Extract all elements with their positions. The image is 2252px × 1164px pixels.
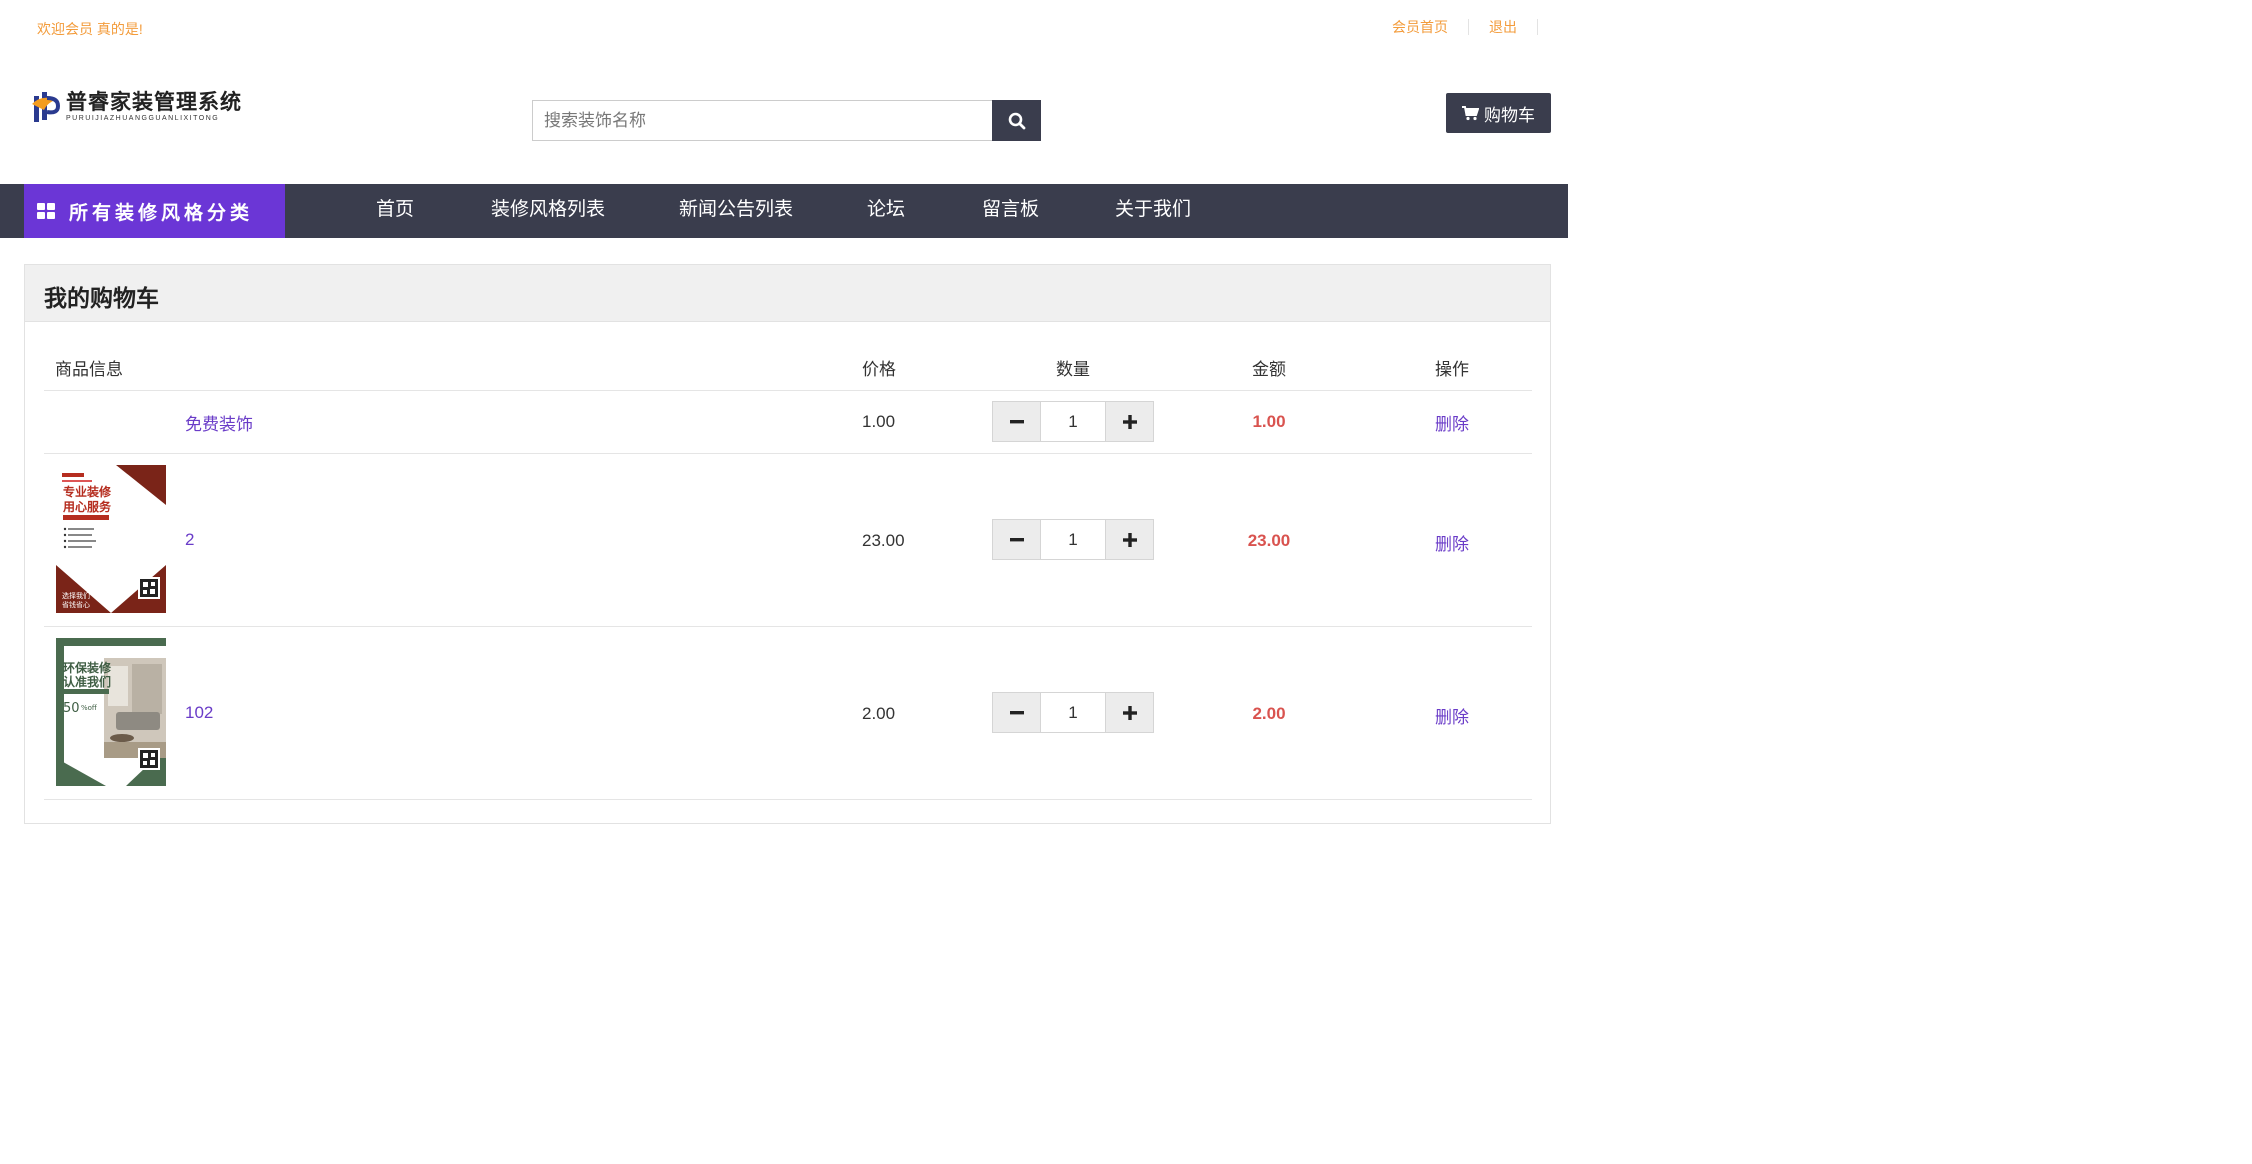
thumb-headline: 认准我们 — [63, 674, 111, 689]
all-categories-button[interactable]: 所有装修风格分类 — [24, 184, 285, 238]
cart-button[interactable]: 购物车 — [1446, 93, 1551, 133]
increase-button[interactable] — [1106, 693, 1153, 732]
page-title: 我的购物车 — [44, 285, 159, 311]
thumb-discount-unit: %off — [81, 704, 97, 712]
site-logo[interactable]: 普睿家装管理系统 PURUIJIAZHUANGGUANLIXITONG — [30, 88, 242, 124]
header-product: 商品信息 — [55, 360, 123, 379]
top-bar: 欢迎会员 真的是! 会员首页 退出 — [0, 0, 1568, 56]
quantity-input[interactable] — [1040, 693, 1106, 732]
header-action: 操作 — [1435, 360, 1469, 379]
welcome-text: 欢迎会员 真的是! — [37, 21, 143, 37]
thumb-footer: 省钱省心 — [62, 600, 90, 609]
search-button[interactable] — [992, 100, 1041, 141]
member-home-link[interactable]: 会员首页 — [1392, 19, 1469, 35]
decrease-button[interactable] — [993, 693, 1040, 732]
logout-link[interactable]: 退出 — [1469, 19, 1538, 35]
quantity-stepper — [992, 692, 1154, 733]
search-icon — [1008, 112, 1025, 129]
shopping-cart-icon — [1462, 105, 1479, 120]
main-nav: 所有装修风格分类 首页 装修风格列表 新闻公告列表 论坛 留言板 关于我们 — [0, 184, 1568, 238]
thumb-headline: 用心服务 — [62, 499, 112, 514]
thumb-headline: 环保装修 — [63, 660, 112, 675]
search-bar — [532, 100, 1042, 141]
product-price: 2.00 — [862, 704, 896, 723]
increase-button[interactable] — [1106, 520, 1153, 559]
header-price: 价格 — [862, 360, 896, 379]
logo-mark-icon — [30, 88, 61, 124]
quantity-input[interactable] — [1040, 402, 1106, 441]
cart-button-label: 购物车 — [1484, 105, 1535, 125]
quantity-stepper — [992, 519, 1154, 560]
nav-item-message-board[interactable]: 留言板 — [982, 184, 1039, 238]
header-quantity: 数量 — [1056, 360, 1090, 379]
delete-link[interactable]: 删除 — [1435, 703, 1469, 728]
cart-table-header: 商品信息 价格 数量 金额 操作 — [44, 348, 1532, 391]
table-row: 环保装修 认准我们 50 %off 102 2.00 2.00 删除 — [44, 627, 1532, 800]
nav-item-style-list[interactable]: 装修风格列表 — [491, 184, 605, 238]
logo-title: 普睿家装管理系统 — [66, 89, 242, 114]
product-thumbnail[interactable]: 环保装修 认准我们 50 %off — [56, 638, 166, 786]
plus-icon — [1122, 414, 1137, 429]
nav-item-about-us[interactable]: 关于我们 — [1115, 184, 1191, 238]
table-row: 专业装修 用心服务 选择我们 省钱省心 2 23.00 1 23.00 删除 — [44, 454, 1532, 627]
cart-panel-header: 我的购物车 — [25, 265, 1550, 322]
decrease-button[interactable] — [993, 402, 1040, 441]
all-categories-label: 所有装修风格分类 — [69, 202, 254, 224]
search-input[interactable] — [532, 100, 992, 141]
logo-subtitle: PURUIJIAZHUANGGUANLIXITONG — [66, 115, 220, 122]
decrease-button[interactable] — [993, 520, 1040, 559]
minus-icon — [1009, 710, 1024, 714]
quantity-stepper — [992, 401, 1154, 442]
delete-link[interactable]: 删除 — [1435, 410, 1469, 435]
thumb-headline: 专业装修 — [63, 484, 112, 499]
nav-item-news-list[interactable]: 新闻公告列表 — [679, 184, 793, 238]
product-name-link[interactable]: 免费装饰 — [185, 410, 253, 435]
grid-icon — [37, 203, 55, 219]
minus-icon — [1009, 537, 1024, 541]
quantity-input[interactable] — [1040, 520, 1106, 559]
increase-button[interactable] — [1106, 402, 1153, 441]
table-row: 免费装饰 1.00 1.00 删除 — [44, 390, 1532, 454]
thumb-footer: 选择我们 — [62, 591, 90, 600]
product-name-link[interactable]: 2 — [185, 530, 194, 550]
top-links: 会员首页 退出 — [1392, 19, 1538, 35]
thumb-discount: 50 — [63, 701, 80, 716]
product-name-link[interactable]: 102 — [185, 703, 213, 723]
cart-panel: 我的购物车 商品信息 价格 数量 金额 操作 免费装饰 1.00 1.00 删除 — [24, 264, 1551, 824]
plus-icon — [1122, 532, 1137, 547]
product-price: 23.00 — [862, 531, 905, 550]
header-amount: 金额 — [1252, 360, 1286, 379]
product-price: 1.00 — [862, 412, 896, 431]
product-amount: 1.00 — [1252, 412, 1286, 431]
minus-icon — [1009, 419, 1024, 423]
nav-item-home[interactable]: 首页 — [376, 184, 414, 238]
product-amount: 23.00 — [1247, 531, 1291, 550]
product-thumbnail[interactable]: 专业装修 用心服务 选择我们 省钱省心 — [56, 465, 166, 613]
nav-item-forum[interactable]: 论坛 — [867, 184, 905, 238]
product-amount: 2.00 — [1252, 704, 1286, 723]
plus-icon — [1122, 705, 1137, 720]
delete-link[interactable]: 删除 — [1435, 530, 1469, 555]
